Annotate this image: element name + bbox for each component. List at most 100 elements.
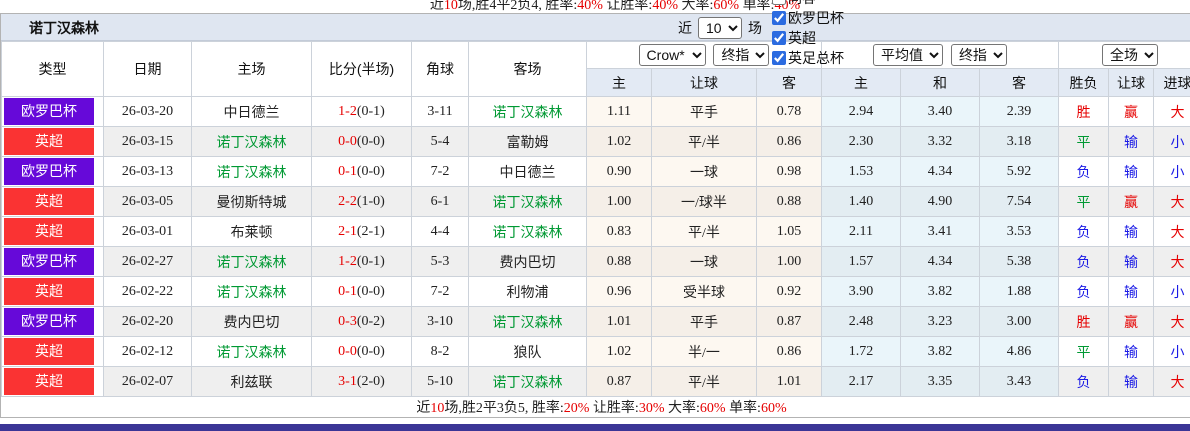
league-badge: 英超 — [4, 368, 94, 395]
filter-checkbox-europa-cup[interactable]: 欧罗巴杯 — [772, 8, 844, 28]
home-team[interactable]: 诺丁汉森林 — [191, 336, 312, 367]
home-team[interactable]: 中日德兰 — [191, 96, 312, 127]
result-goals: 大 — [1152, 96, 1190, 127]
filter-checkbox-label: 欧罗巴杯 — [788, 10, 844, 26]
away-team[interactable]: 狼队 — [468, 336, 587, 367]
home-team[interactable]: 诺丁汉森林 — [191, 126, 312, 157]
score: 0-0(0-0) — [311, 126, 412, 157]
avg-draw: 3.82 — [900, 336, 980, 367]
odds-away: 0.78 — [756, 96, 822, 127]
home-team[interactable]: 布莱顿 — [191, 216, 312, 247]
odds-handicap: 一/球半 — [651, 186, 757, 217]
away-team[interactable]: 诺丁汉森林 — [468, 96, 587, 127]
away-team[interactable]: 诺丁汉森林 — [468, 306, 587, 337]
odds-home: 1.02 — [586, 126, 652, 157]
recent-label: 近 — [678, 20, 692, 36]
result-outcome: 平 — [1058, 126, 1109, 157]
avg-home: 2.30 — [821, 126, 901, 157]
home-team[interactable]: 诺丁汉森林 — [191, 246, 312, 277]
previous-table-summary-text: 近10场,胜4平2负4, 胜率:40% 让胜率:40% 大率:60% 单率:40… — [429, 0, 801, 13]
previous-table-summary-clipped: 近10场,胜4平2负4, 胜率:40% 让胜率:40% 大率:60% 单率:40… — [0, 0, 1190, 13]
result-handicap: 赢 — [1108, 96, 1154, 127]
home-team[interactable]: 曼彻斯特城 — [191, 186, 312, 217]
filter-checkbox-input-europa-cup[interactable] — [772, 11, 786, 25]
column-header-home: 主场 — [191, 41, 312, 97]
filter-controls: 近 10 场 同客欧罗巴杯英超英足总杯 — [678, 0, 844, 66]
home-team[interactable]: 诺丁汉森林 — [191, 156, 312, 187]
match-date: 26-02-20 — [103, 306, 192, 337]
result-handicap: 输 — [1108, 366, 1154, 397]
league-badge: 英超 — [4, 278, 94, 305]
home-team[interactable]: 诺丁汉森林 — [191, 276, 312, 307]
avg-draw: 4.34 — [900, 156, 980, 187]
filter-checkbox-same-away[interactable]: 同客 — [772, 0, 844, 8]
home-team[interactable]: 利兹联 — [191, 366, 312, 397]
result-handicap: 输 — [1108, 216, 1154, 247]
matches-grid: 类型 日期 主场 比分(半场) 角球 客场 Crow* 终指 平均值 终指 全场… — [1, 41, 1190, 417]
away-team[interactable]: 利物浦 — [468, 276, 587, 307]
result-handicap: 输 — [1108, 126, 1154, 157]
table-row: 欧罗巴杯 26-03-13 诺丁汉森林 0-1(0-0) 7-2 中日德兰 0.90 一球 0.… — [1, 156, 1190, 187]
away-team[interactable]: 诺丁汉森林 — [468, 216, 587, 247]
odds-home: 0.87 — [586, 366, 652, 397]
league-badge-cell: 英超 — [1, 216, 104, 247]
subheader-result: 胜负 — [1058, 68, 1109, 97]
match-date: 26-03-05 — [103, 186, 192, 217]
result-goals: 小 — [1152, 126, 1190, 157]
avg-home: 1.53 — [821, 156, 901, 187]
odds-handicap: 平手 — [651, 96, 757, 127]
odds-home: 1.00 — [586, 186, 652, 217]
table-row: 英超 26-03-05 曼彻斯特城 2-2(1-0) 6-1 诺丁汉森林 1.00 一/球半 0… — [1, 186, 1190, 217]
avg-home: 2.48 — [821, 306, 901, 337]
result-goals: 大 — [1152, 366, 1190, 397]
away-team[interactable]: 诺丁汉森林 — [468, 366, 587, 397]
away-team[interactable]: 费内巴切 — [468, 246, 587, 277]
result-outcome: 负 — [1058, 216, 1109, 247]
recent-count-select[interactable]: 10 — [698, 17, 742, 39]
scope-select[interactable]: 全场 — [1102, 44, 1158, 66]
league-badge-cell: 英超 — [1, 126, 104, 157]
filter-checkbox-input-fa-cup[interactable] — [772, 51, 786, 65]
avg-away: 1.88 — [979, 276, 1059, 307]
home-team[interactable]: 费内巴切 — [191, 306, 312, 337]
odds-handicap: 一球 — [651, 156, 757, 187]
filter-checkbox-input-same-away[interactable] — [772, 0, 786, 5]
odds-home: 0.88 — [586, 246, 652, 277]
odds-handicap: 平手 — [651, 306, 757, 337]
away-team[interactable]: 富勒姆 — [468, 126, 587, 157]
corners: 4-4 — [411, 216, 469, 247]
away-team[interactable]: 中日德兰 — [468, 156, 587, 187]
filter-checkbox-fa-cup[interactable]: 英足总杯 — [772, 48, 844, 68]
league-badge: 英超 — [4, 188, 94, 215]
league-badge-cell: 欧罗巴杯 — [1, 156, 104, 187]
scope-select-cell: 全场 — [1057, 41, 1190, 69]
odds-home: 1.01 — [586, 306, 652, 337]
odds-home: 1.02 — [586, 336, 652, 367]
filter-checkbox-input-premier-league[interactable] — [772, 31, 786, 45]
subheader-avg-home: 主 — [821, 68, 901, 97]
average-select[interactable]: 平均值 — [873, 44, 944, 66]
avg-draw: 3.40 — [900, 96, 980, 127]
filter-checkbox-premier-league[interactable]: 英超 — [772, 28, 844, 48]
average-stage-select[interactable]: 终指 — [950, 44, 1007, 66]
league-badge: 英超 — [4, 338, 94, 365]
odds-away: 0.87 — [756, 306, 822, 337]
bookmaker-stage-select[interactable]: 终指 — [713, 44, 770, 66]
average-select-cell: 平均值 终指 — [821, 41, 1059, 69]
away-team[interactable]: 诺丁汉森林 — [468, 186, 587, 217]
subheader-handicap-result: 让球 — [1108, 68, 1154, 97]
bottom-divider-bar — [0, 424, 1190, 431]
summary-line: 近10场,胜2平3负5, 胜率:20% 让胜率:30% 大率:60% 单率:60… — [1, 396, 1190, 417]
match-date: 26-02-07 — [103, 366, 192, 397]
league-badge-cell: 英超 — [1, 366, 104, 397]
result-outcome: 负 — [1058, 246, 1109, 277]
league-badge: 欧罗巴杯 — [4, 158, 94, 185]
avg-away: 3.43 — [979, 366, 1059, 397]
odds-home: 0.96 — [586, 276, 652, 307]
result-outcome: 平 — [1058, 186, 1109, 217]
subheader-avg-draw: 和 — [900, 68, 980, 97]
avg-draw: 3.32 — [900, 126, 980, 157]
league-badge-cell: 欧罗巴杯 — [1, 306, 104, 337]
result-goals: 大 — [1152, 186, 1190, 217]
bookmaker-select[interactable]: Crow* — [638, 44, 706, 66]
